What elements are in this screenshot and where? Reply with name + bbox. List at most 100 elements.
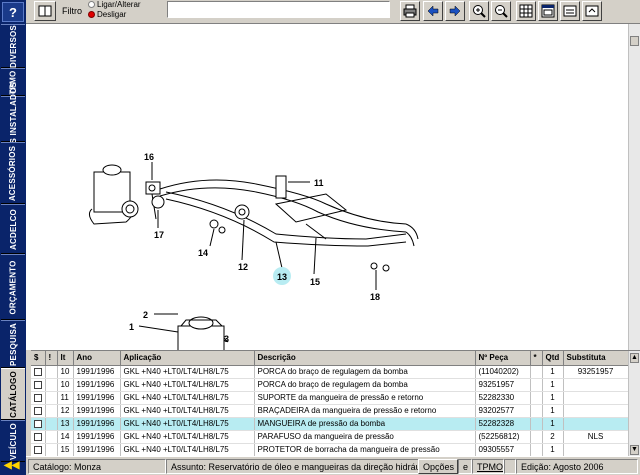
arrow-left-icon: [427, 5, 439, 17]
callout-14[interactable]: 14: [198, 248, 208, 258]
row-checkbox[interactable]: [31, 430, 46, 444]
col-header-star[interactable]: *: [530, 351, 543, 366]
zoom-in-button[interactable]: [469, 1, 489, 21]
col-header-alert[interactable]: !: [45, 351, 58, 366]
row-checkbox[interactable]: [31, 365, 46, 379]
row-checkbox[interactable]: [31, 378, 46, 392]
cell-application: GKL +N40 +LT0/LT4/LH8/L75: [120, 391, 255, 405]
scroll-down-arrow-icon[interactable]: ▼: [630, 445, 639, 455]
cell-substitute: [563, 443, 629, 457]
col-header-item[interactable]: It: [57, 351, 74, 366]
col-header-price[interactable]: $: [31, 351, 46, 366]
col-header-part-number[interactable]: Nº Peça: [475, 351, 531, 366]
tab-pesquisa[interactable]: PESQUISA: [1, 320, 25, 368]
col-header-description[interactable]: Descrição: [254, 351, 476, 366]
minimize-panel-button[interactable]: [560, 1, 580, 21]
tab-diversos[interactable]: DIVERSOS: [1, 24, 25, 68]
cell-part-number: 52282330: [475, 391, 531, 405]
tab-catalogo[interactable]: CATÁLOGO: [1, 368, 25, 420]
status-spacer: [504, 459, 516, 474]
cell-item: 10: [57, 365, 74, 379]
zoom-in-icon: [473, 5, 486, 18]
cell-description: PORCA do braço de regulagem da bomba: [254, 365, 476, 379]
col-header-application[interactable]: Aplicação: [120, 351, 255, 366]
radio-label: Desligar: [97, 10, 127, 19]
table-header-row: $ ! It Ano Aplicação Descrição Nº Peça *…: [31, 351, 629, 366]
callout-2[interactable]: 2: [143, 310, 148, 320]
callout-16-top[interactable]: 16: [144, 152, 154, 162]
cell-qty: 1: [542, 365, 564, 379]
cell-substitute: [563, 417, 629, 431]
cell-qty: 2: [542, 430, 564, 444]
cell-year: 1991/1996: [73, 443, 121, 457]
tpmo-link[interactable]: TPMO: [472, 459, 504, 474]
parts-table: $ ! It Ano Aplicação Descrição Nº Peça *…: [31, 351, 629, 457]
table-row[interactable]: 12 1991/1996 GKL +N40 +LT0/LT4/LH8/L75 B…: [31, 404, 629, 418]
zoom-out-button[interactable]: [491, 1, 511, 21]
callout-3[interactable]: 3: [224, 334, 229, 344]
callout-15[interactable]: 15: [310, 277, 320, 287]
table-row[interactable]: 14 1991/1996 GKL +N40 +LT0/LT4/LH8/L75 P…: [31, 430, 629, 444]
tab-acessorios[interactable]: ACESSÓRIOS: [1, 142, 25, 204]
filter-input[interactable]: [167, 1, 390, 18]
tab-veiculo[interactable]: VEÍCULO: [1, 420, 25, 462]
tab-label: ORÇAMENTO: [8, 259, 18, 315]
restore-panel-button[interactable]: [582, 1, 602, 21]
table-row[interactable]: 11 1991/1996 GKL +N40 +LT0/LT4/LH8/L75 S…: [31, 391, 629, 405]
callout-1[interactable]: 1: [129, 322, 134, 332]
radio-ligar[interactable]: Ligar/Alterar: [88, 0, 141, 9]
status-bar: Catálogo: Monza Assunto: Reservatório de…: [26, 456, 640, 475]
print-button[interactable]: [400, 1, 420, 21]
collapse-arrow-icon[interactable]: ◀◀: [4, 460, 19, 471]
callout-13[interactable]: 13: [277, 272, 287, 282]
cell-year: 1991/1996: [73, 430, 121, 444]
col-header-substitute[interactable]: Substituta: [563, 351, 629, 366]
radio-desligar[interactable]: Desligar: [88, 10, 126, 19]
callout-17[interactable]: 17: [154, 230, 164, 240]
table-row[interactable]: 10 1991/1996 GKL +N40 +LT0/LT4/LH8/L75 P…: [31, 378, 629, 392]
cell-item: 10: [57, 378, 74, 392]
row-checkbox[interactable]: [31, 391, 46, 405]
callout-11[interactable]: 11: [314, 178, 324, 188]
cell-substitute: [563, 391, 629, 405]
forward-button[interactable]: [445, 1, 465, 21]
row-checkbox[interactable]: [31, 417, 46, 431]
scroll-up-arrow-icon[interactable]: ▲: [630, 353, 639, 363]
col-header-qty[interactable]: Qtd: [542, 351, 564, 366]
catalog-book-button[interactable]: [34, 1, 56, 21]
cell-star: [530, 365, 543, 379]
cell-description: PARAFUSO da mangueira de pressão: [254, 430, 476, 444]
tab-orcamento[interactable]: ORÇAMENTO: [1, 254, 25, 320]
cell-application: GKL +N40 +LT0/LT4/LH8/L75: [120, 365, 255, 379]
back-button[interactable]: [423, 1, 443, 21]
tab-label: ACESSÓRIOS: [8, 145, 18, 201]
cell-year: 1991/1996: [73, 378, 121, 392]
window-button[interactable]: [538, 1, 558, 21]
table-scrollbar[interactable]: ▲ ▼: [628, 351, 640, 457]
table-row-selected[interactable]: 13 1991/1996 GKL +N40 +LT0/LT4/LH8/L75 M…: [31, 417, 629, 431]
parts-diagram[interactable]: 16 11 17 14 12 13 15 18 2 1 3: [26, 24, 628, 350]
cell-part-number: 93202577: [475, 404, 531, 418]
options-button[interactable]: Opções: [418, 459, 458, 474]
tab-acdelco[interactable]: ACDELCO: [1, 204, 25, 254]
scroll-thumb[interactable]: [630, 36, 639, 46]
radio-icon: [88, 1, 95, 8]
callout-18[interactable]: 18: [370, 292, 380, 302]
cell-part-number: 93251957: [475, 378, 531, 392]
table-row[interactable]: 15 1991/1996 GKL +N40 +LT0/LT4/LH8/L75 P…: [31, 443, 629, 457]
cell-application: GKL +N40 +LT0/LT4/LH8/L75: [120, 417, 255, 431]
col-header-year[interactable]: Ano: [73, 351, 121, 366]
diagram-scrollbar[interactable]: [628, 24, 640, 350]
filter-label: Filtro: [62, 6, 82, 16]
table-row[interactable]: 10 1991/1996 GKL +N40 +LT0/LT4/LH8/L75 P…: [31, 365, 629, 379]
tab-label: VEÍCULO: [8, 422, 18, 460]
row-checkbox[interactable]: [31, 404, 46, 418]
tab-kits-instalados[interactable]: KITS INSTALADOS: [1, 82, 25, 156]
grid-button[interactable]: [516, 1, 536, 21]
status-e: e: [458, 459, 472, 474]
status-edition: Edição: Agosto 2006: [516, 459, 638, 474]
row-checkbox[interactable]: [31, 443, 46, 457]
callout-12[interactable]: 12: [238, 262, 248, 272]
help-button[interactable]: ?: [2, 2, 24, 22]
cell-part-number: 09305557: [475, 443, 531, 457]
